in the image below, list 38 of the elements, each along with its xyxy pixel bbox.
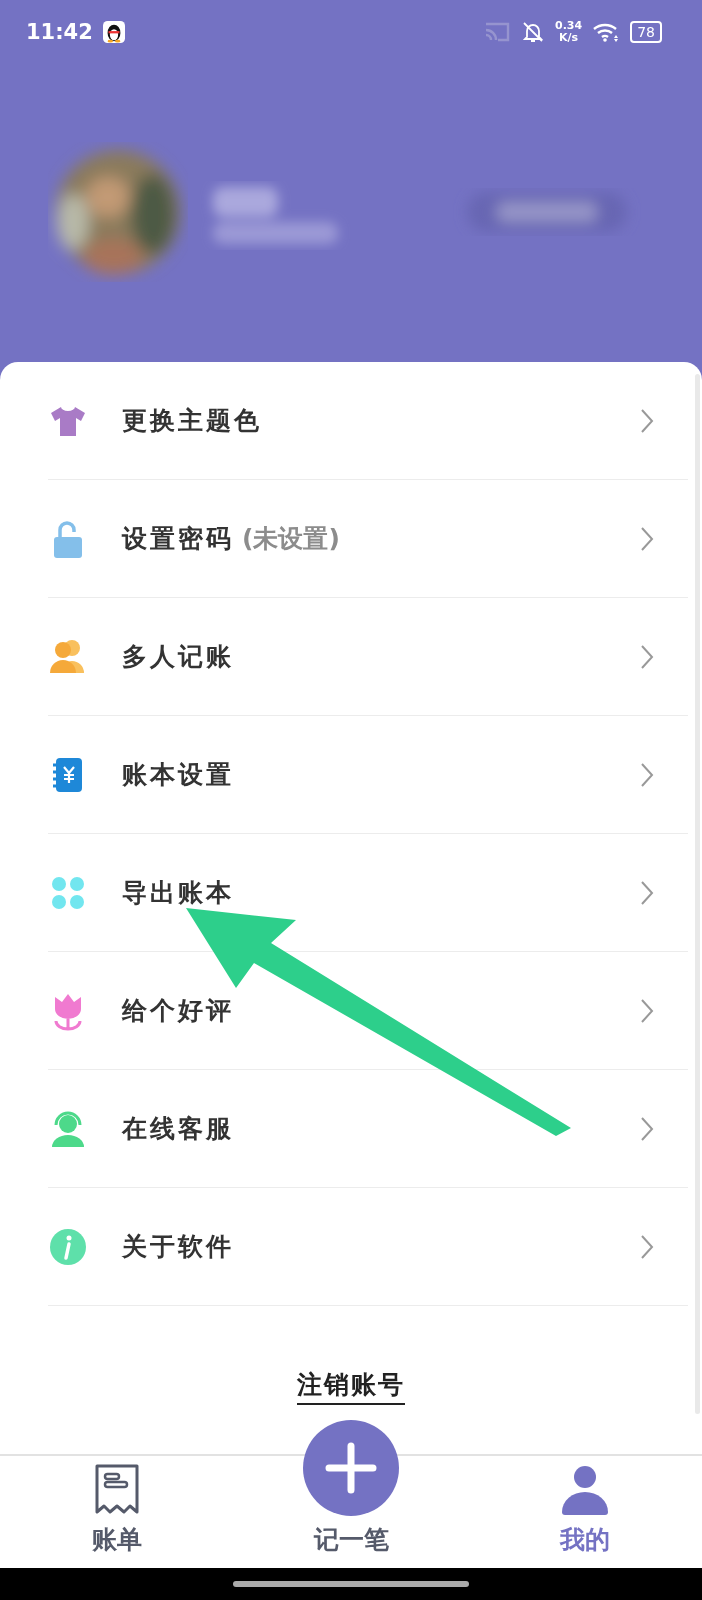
menu-label: 账本设置 (122, 759, 234, 791)
menu-label: 关于软件 (122, 1231, 234, 1263)
tab-item[interactable]: 记一笔 (234, 1456, 468, 1568)
chevron-icon (640, 1233, 654, 1260)
muted-bell-icon (521, 20, 546, 44)
penguin-icon (102, 21, 125, 43)
chevron-icon (640, 407, 654, 434)
receipt-icon (94, 1463, 140, 1515)
logout-link[interactable]: 注销账号 (297, 1368, 405, 1405)
menu-label: 导出账本 (122, 877, 234, 909)
menu-label: 更换主题色 (122, 405, 262, 437)
menu-item[interactable]: 设置密码 (未设置) (48, 480, 688, 598)
status-time: 11:42 (26, 20, 93, 44)
menu-label: 给个好评 (122, 995, 234, 1027)
network-speed: 0.34 (555, 20, 583, 32)
menu-note: (未设置) (242, 523, 340, 555)
menu-item[interactable]: 关于软件 (48, 1188, 688, 1306)
menu-label: 设置密码 (122, 523, 234, 555)
chevron-icon (640, 997, 654, 1024)
menu-item[interactable]: 多人记账 (48, 598, 688, 716)
menu-label: 多人记账 (122, 641, 234, 673)
battery-icon: 78 (630, 21, 662, 43)
person-icon (561, 1465, 609, 1515)
speed-unit: K/s (559, 32, 579, 44)
info-icon (48, 1226, 88, 1267)
chevron-icon (640, 761, 654, 788)
tab-item[interactable]: 我的 (468, 1456, 702, 1568)
menu-item[interactable]: 账本设置 (48, 716, 688, 834)
chevron-icon (640, 879, 654, 906)
cast-icon (483, 21, 512, 43)
chevron-icon (640, 525, 654, 552)
menu-label: 在线客服 (122, 1113, 234, 1145)
menu-item[interactable]: 更换主题色 (48, 362, 688, 480)
wifi-icon (592, 21, 621, 43)
tab-item[interactable]: 账单 (0, 1456, 234, 1568)
chevron-icon (640, 1115, 654, 1142)
chevron-icon (640, 643, 654, 670)
plus-icon (325, 1442, 377, 1494)
